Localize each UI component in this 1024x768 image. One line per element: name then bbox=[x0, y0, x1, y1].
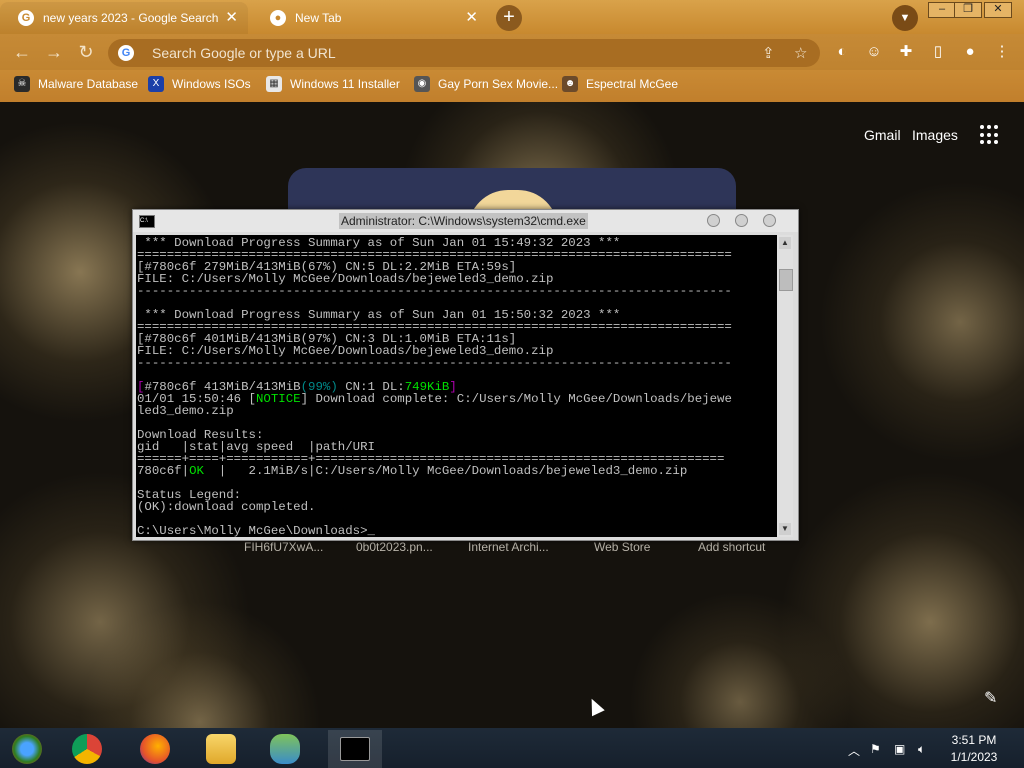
tab-search-icon[interactable]: ▼ bbox=[892, 5, 918, 31]
shortcut-web-store[interactable]: Web Store bbox=[594, 540, 650, 554]
profile-flag-icon[interactable]: ◐ bbox=[832, 42, 852, 62]
cmd-minimize-icon[interactable] bbox=[707, 214, 720, 227]
cmd-close-icon[interactable] bbox=[763, 214, 776, 227]
cmd-maximize-icon[interactable] bbox=[735, 214, 748, 227]
extensions-icon[interactable]: ✚ bbox=[896, 42, 916, 62]
clock-time: 3:51 PM bbox=[951, 733, 997, 747]
close-tab-icon[interactable]: ✕ bbox=[465, 10, 478, 25]
gmail-link[interactable]: Gmail bbox=[864, 127, 901, 143]
cmd-scrollbar[interactable]: ▲ ▼ bbox=[777, 235, 793, 537]
site-icon: ◉ bbox=[414, 76, 430, 92]
tab-new-tab[interactable]: ● New Tab ✕ bbox=[252, 2, 488, 34]
menu-icon[interactable]: ⋮ bbox=[992, 42, 1012, 62]
network-icon[interactable]: ▣ bbox=[894, 742, 905, 756]
scroll-down-icon[interactable]: ▼ bbox=[779, 523, 791, 535]
cmd-taskbar-icon[interactable] bbox=[328, 730, 382, 768]
cmd-title-bar[interactable]: C:\ Administrator: C:\Windows\system32\c… bbox=[133, 210, 798, 232]
address-bar[interactable]: G bbox=[108, 39, 820, 67]
minimize-icon[interactable]: – bbox=[928, 2, 956, 18]
scroll-up-icon[interactable]: ▲ bbox=[779, 237, 791, 249]
chrome-icon: ● bbox=[270, 10, 286, 26]
omnibox-input[interactable] bbox=[150, 44, 734, 62]
clock-date: 1/1/2023 bbox=[950, 750, 998, 764]
forward-icon[interactable]: → bbox=[43, 41, 65, 63]
google-icon: G bbox=[18, 10, 34, 26]
avatar-icon: ☻ bbox=[562, 76, 578, 92]
tab-google-search[interactable]: G new years 2023 - Google Search ✕ bbox=[0, 2, 248, 34]
tab-title: new years 2023 - Google Search bbox=[43, 11, 219, 25]
shortcut-2[interactable]: 0b0t2023.pn... bbox=[356, 540, 433, 554]
avatar-extension-icon[interactable]: ☺ bbox=[864, 42, 884, 62]
shortcut-1[interactable]: FIH6fU7XwA... bbox=[244, 540, 323, 554]
tab-title: New Tab bbox=[295, 11, 342, 25]
close-tab-icon[interactable]: ✕ bbox=[225, 10, 238, 25]
bookmark-site[interactable]: ◉ Gay Porn Sex Movie... bbox=[414, 76, 558, 92]
shortcut-3[interactable]: Internet Archi... bbox=[468, 540, 549, 554]
cmd-title: Administrator: C:\Windows\system32\cmd.e… bbox=[339, 213, 588, 229]
bookmark-espectral-mcgee[interactable]: ☻ Espectral McGee bbox=[562, 76, 678, 92]
show-hidden-icons[interactable]: ︿ bbox=[848, 742, 860, 759]
text-cursor: _ bbox=[367, 524, 375, 537]
account-icon[interactable]: ● bbox=[960, 42, 980, 62]
firefox-icon[interactable] bbox=[128, 730, 182, 768]
network-people-icon[interactable] bbox=[258, 730, 312, 768]
command-prompt: C:\Users\Molly McGee\Downloads> bbox=[137, 524, 368, 537]
flag-icon[interactable]: ⚑ bbox=[870, 742, 881, 756]
console-text: *** Download Progress Summary as of Sun … bbox=[137, 236, 732, 537]
images-link[interactable]: Images bbox=[912, 127, 958, 143]
google-apps-icon[interactable] bbox=[980, 125, 1000, 145]
bookmark-windows-11-installer[interactable]: ▦ Windows 11 Installer bbox=[266, 76, 400, 92]
file-explorer-icon[interactable] bbox=[194, 730, 248, 768]
back-icon[interactable]: ← bbox=[11, 41, 33, 63]
cmd-window[interactable]: C:\ Administrator: C:\Windows\system32\c… bbox=[132, 209, 799, 541]
close-window-icon[interactable]: ✕ bbox=[984, 2, 1012, 18]
bookmark-windows-isos[interactable]: X Windows ISOs bbox=[148, 76, 251, 92]
customize-pencil-icon[interactable]: ✎ bbox=[984, 688, 997, 708]
shortcut-add[interactable]: Add shortcut bbox=[698, 540, 765, 554]
chrome-icon[interactable] bbox=[60, 730, 114, 768]
skull-icon: ☠ bbox=[14, 76, 30, 92]
reload-icon[interactable]: ↻ bbox=[75, 41, 97, 63]
bookmark-star-icon[interactable]: ☆ bbox=[794, 44, 807, 62]
restore-icon[interactable]: ❐ bbox=[954, 2, 982, 18]
share-icon[interactable]: ⇪ bbox=[762, 44, 775, 62]
new-tab-button[interactable]: + bbox=[496, 5, 522, 31]
installer-icon: ▦ bbox=[266, 76, 282, 92]
scroll-thumb[interactable] bbox=[779, 269, 793, 291]
google-icon: G bbox=[118, 45, 134, 61]
side-panel-icon[interactable]: ▯ bbox=[928, 42, 948, 62]
system-clock[interactable]: 3:51 PM 1/1/2023 bbox=[934, 732, 1014, 766]
console-output[interactable]: *** Download Progress Summary as of Sun … bbox=[136, 235, 777, 537]
windows-start-icon[interactable] bbox=[0, 730, 54, 768]
volume-icon[interactable]: 🔈︎ bbox=[918, 742, 925, 757]
x-icon: X bbox=[148, 76, 164, 92]
bookmark-malware-database[interactable]: ☠ Malware Database bbox=[14, 76, 138, 92]
cmd-icon: C:\ bbox=[139, 215, 155, 228]
